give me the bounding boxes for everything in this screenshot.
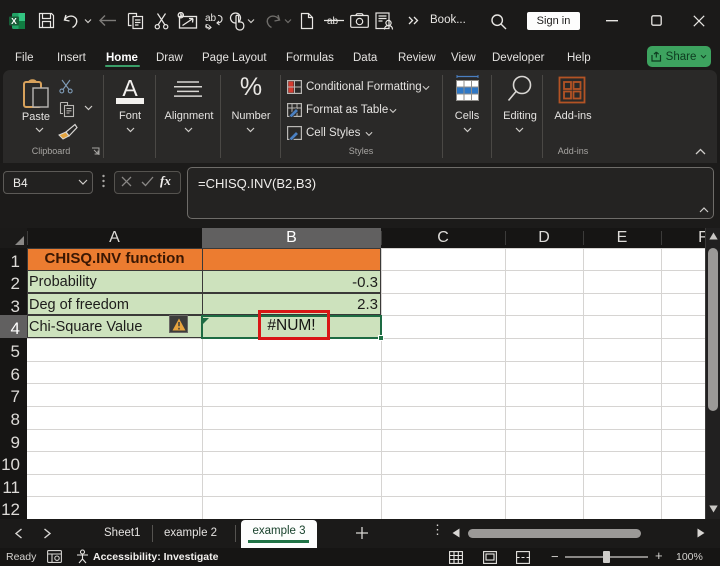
svg-text:ab: ab — [327, 16, 339, 27]
svg-text:c: c — [205, 22, 209, 31]
svg-text:X: X — [11, 16, 17, 26]
